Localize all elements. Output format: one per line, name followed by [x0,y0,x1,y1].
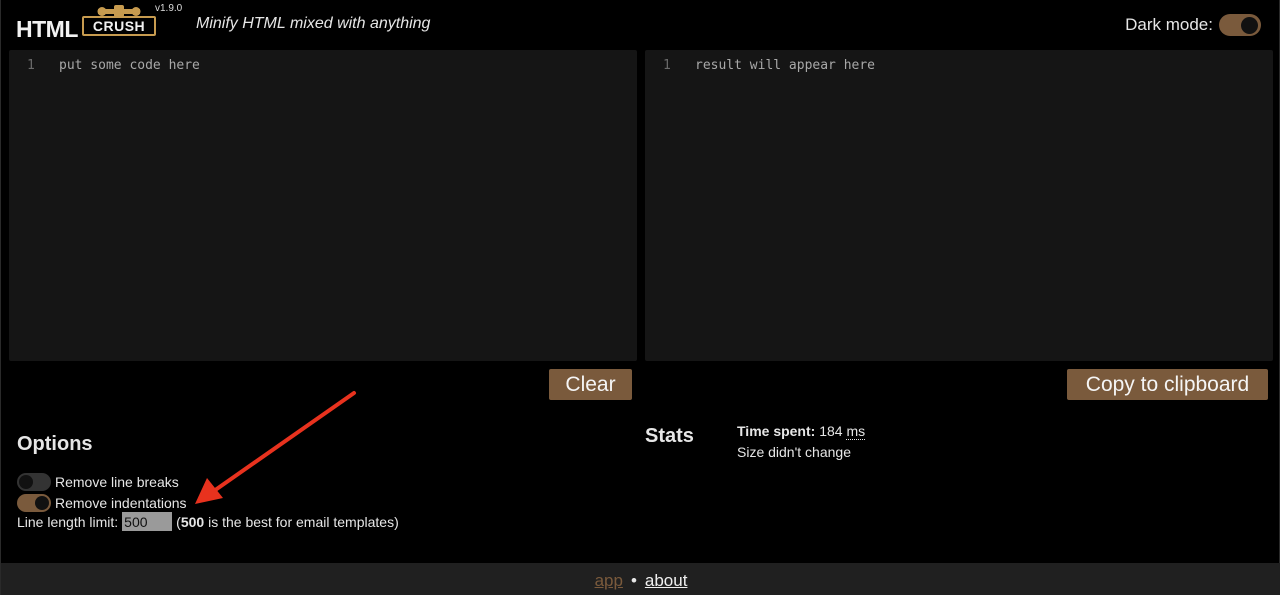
remove-indentations-option[interactable]: Remove indentations [17,494,187,512]
toggle-knob [35,496,49,510]
logo-html-text: HTML [16,16,78,42]
footer-separator: • [630,571,637,590]
line-length-hint: (500 is the best for email templates) [176,514,399,530]
footer-link-app[interactable]: app [595,571,623,590]
time-spent-unit: ms [846,423,866,440]
line-number: 1 [27,58,35,73]
red-arrow-icon [195,391,356,504]
hint-text: is the best for email templates) [204,513,399,530]
logo-crush-text: CRUSH [92,18,146,34]
remove-line-breaks-option[interactable]: Remove line breaks [17,473,179,491]
options-title: Options [17,433,93,455]
toggle-knob [1241,16,1258,34]
remove-line-breaks-toggle[interactable] [17,473,51,491]
logo-crush-box: CRUSH [82,16,156,36]
copy-to-clipboard-button[interactable]: Copy to clipboard [1067,369,1268,400]
line-length-limit-row: Line length limit: (500 is the best for … [17,512,399,531]
tagline: Minify HTML mixed with anything [196,15,431,32]
time-spent-stat: Time spent: 184 ms [737,423,866,440]
remove-indentations-toggle[interactable] [17,494,51,512]
footer: app • about [1,563,1280,595]
output-editor[interactable]: 1 result will appear here [645,50,1273,361]
remove-indentations-label: Remove indentations [55,495,187,511]
line-length-label: Line length limit: [17,513,119,530]
logo[interactable]: HTML CRUSH v1.9.0 [16,3,186,42]
size-stat: Size didn't change [737,444,851,460]
footer-link-about[interactable]: about [645,571,688,590]
dark-mode-control: Dark mode: [1125,14,1261,36]
dark-mode-toggle[interactable] [1219,14,1261,36]
dark-mode-label: Dark mode: [1125,15,1213,34]
remove-line-breaks-label: Remove line breaks [55,474,179,490]
time-spent-label: Time spent: [737,423,816,439]
time-spent-value: 184 [819,423,843,439]
output-placeholder: result will appear here [695,58,876,73]
toggle-knob [19,475,33,489]
hint-bold-value: 500 [180,513,205,530]
line-length-input[interactable] [122,512,173,531]
stats-title: Stats [645,425,694,447]
clear-button[interactable]: Clear [549,369,632,400]
input-editor[interactable]: 1 put some code here [9,50,637,361]
line-number: 1 [663,58,671,73]
input-placeholder: put some code here [59,58,200,73]
version-label: v1.9.0 [155,3,183,14]
header: HTML CRUSH v1.9.0 Minify HTML mixed with… [1,0,1280,48]
